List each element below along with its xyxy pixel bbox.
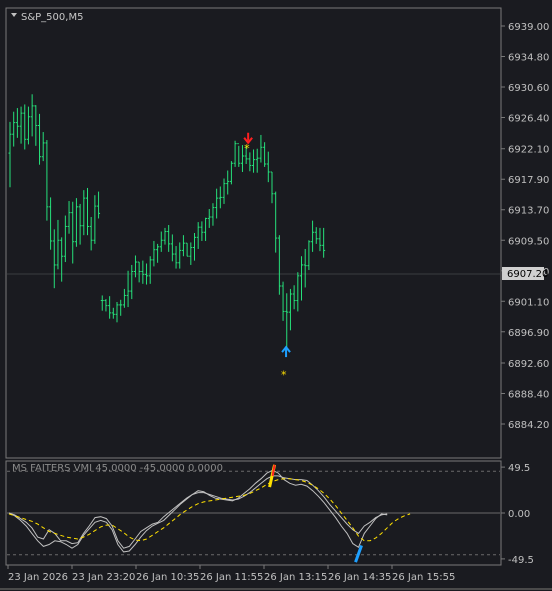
current-price-marker: 6907.20 [502, 267, 548, 280]
oscillator-title: MS FAITERS VMI 45.0000 -45.0000 0.0000 [12, 463, 223, 474]
time-tick-label: 26 Jan 10:35 [136, 572, 199, 583]
osc-tick-label: 0.00 [508, 509, 530, 520]
time-tick-label: 26 Jan 15:55 [392, 572, 455, 583]
price-tick-label: 6884.20 [508, 420, 549, 431]
main-title: S&P_500,M5 [21, 12, 83, 23]
price-tick-label: 6917.90 [508, 175, 549, 186]
time-tick-label: 26 Jan 14:35 [328, 572, 391, 583]
price-tick-label: 6896.90 [508, 328, 549, 339]
osc-tick-label: 49.5 [508, 463, 530, 474]
star-icon: * [281, 369, 287, 382]
price-tick-label: 6901.10 [508, 297, 549, 308]
time-tick-label: 26 Jan 11:55 [200, 572, 263, 583]
main-title-group: S&P_500,M5 [11, 12, 83, 23]
time-tick-label: 23 Jan 23:20 [72, 572, 135, 583]
current-price-label: 6907.20 [507, 269, 548, 280]
star-icon: * [244, 142, 250, 155]
price-tick-label: 6913.70 [508, 206, 549, 217]
chart-background [0, 0, 552, 591]
price-tick-label: 6930.60 [508, 83, 549, 94]
price-tick-label: 6892.60 [508, 359, 549, 370]
price-tick-label: 6926.40 [508, 114, 549, 125]
time-tick-label: 26 Jan 13:15 [264, 572, 327, 583]
chart-canvas: * * 6939.00 6934.80 6930.60 6926.40 6922.10 69… [0, 0, 552, 591]
price-tick-label: 6934.80 [508, 53, 549, 64]
osc-tick-label: -49.5 [508, 555, 534, 566]
price-tick-label: 6939.00 [508, 22, 549, 33]
price-tick-label: 6909.50 [508, 236, 549, 247]
price-tick-label: 6922.10 [508, 145, 549, 156]
price-tick-label: 6888.40 [508, 389, 549, 400]
time-tick-label: 23 Jan 2026 [8, 572, 68, 583]
